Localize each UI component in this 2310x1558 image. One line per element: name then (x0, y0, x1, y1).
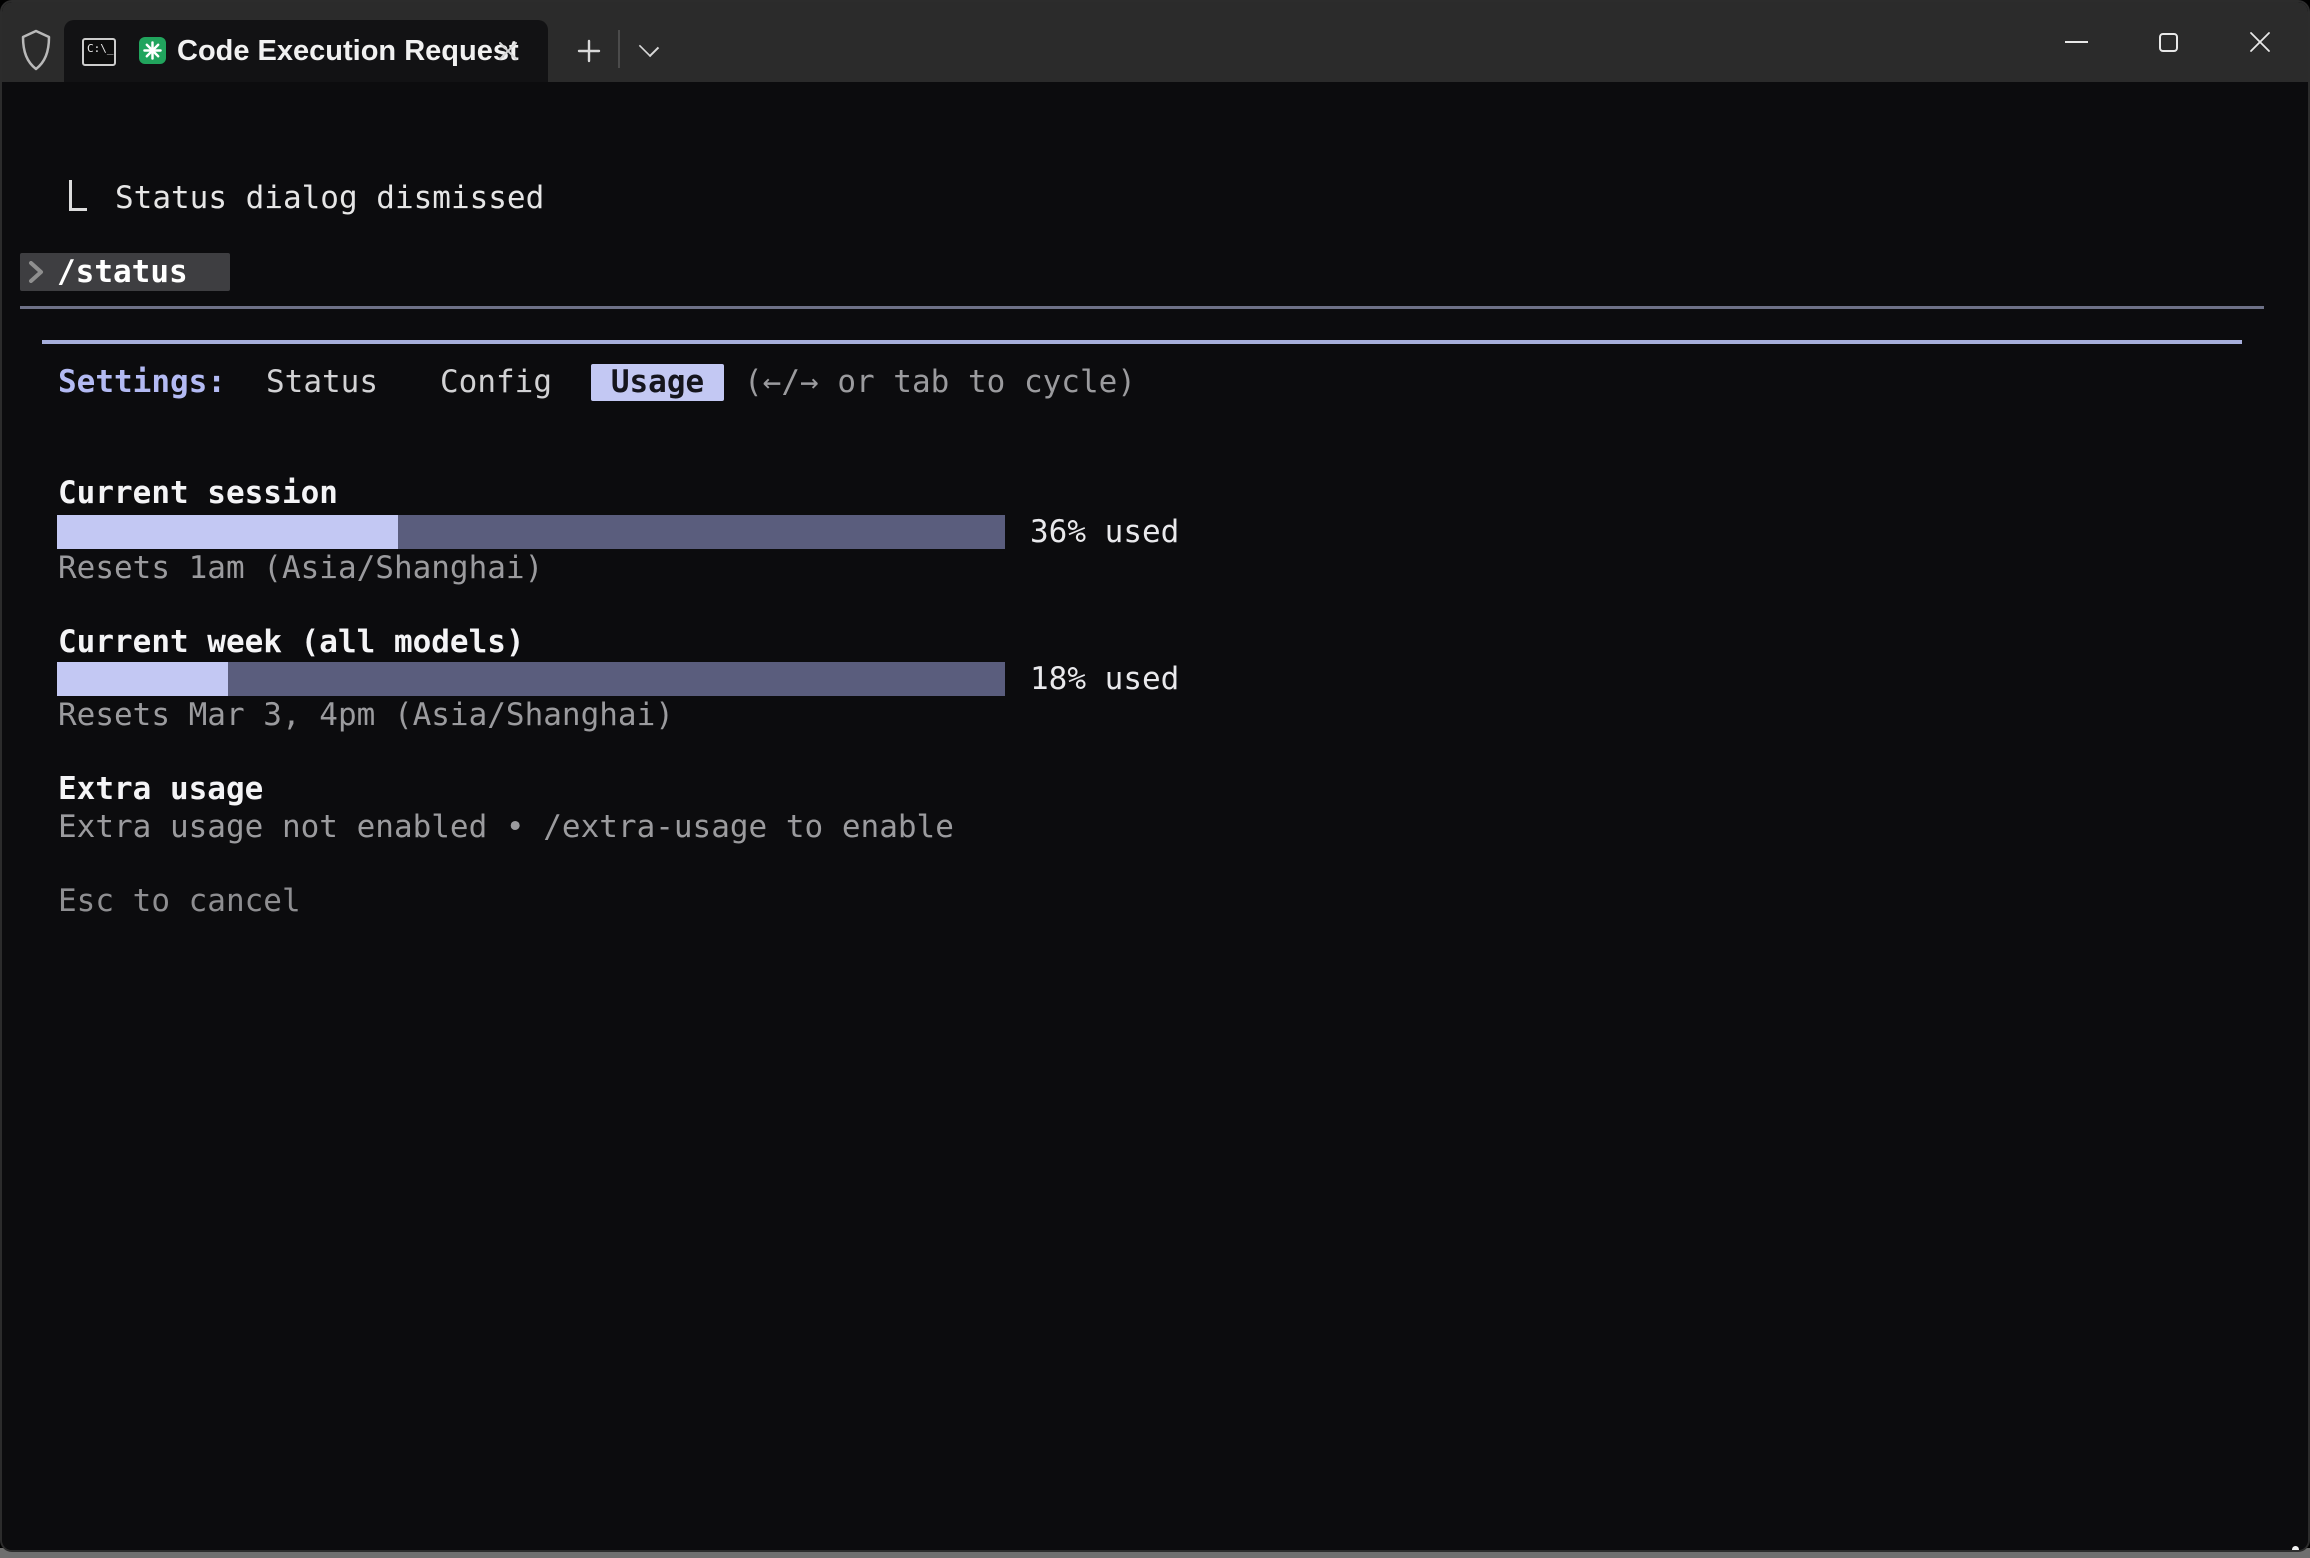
week-used-label: 18% used (1030, 661, 1179, 698)
session-usage-bar (57, 515, 1005, 549)
session-usage-bar-fill (57, 515, 398, 549)
window-controls (2008, 2, 2308, 82)
tab-cycle-hint: (←/→ or tab to cycle) (744, 364, 1136, 401)
shield-icon (20, 28, 52, 72)
week-reset-info: Resets Mar 3, 4pm (Asia/Shanghai) (58, 697, 674, 734)
settings-label: Settings: (58, 364, 226, 401)
esc-hint: Esc to cancel (58, 883, 301, 920)
section-title-current-week: Current week (all models) (58, 624, 525, 661)
divider-accent (42, 340, 2242, 344)
week-usage-bar (57, 662, 1005, 696)
tab-usage[interactable]: Usage (591, 364, 724, 401)
tab-title: Code Execution Request (177, 20, 519, 82)
elbow-icon (69, 180, 87, 211)
maximize-icon (2159, 33, 2178, 52)
command-input[interactable]: /status (20, 253, 230, 291)
minimize-icon (2065, 41, 2088, 44)
scrollbar-thumb[interactable] (2292, 1546, 2299, 1552)
command-prompt-icon-text: C:\_ (87, 42, 114, 55)
tab-code-execution-request[interactable]: C:\_ Code Execution Request (64, 20, 548, 82)
tab-separator (618, 30, 620, 68)
week-usage-bar-fill (57, 662, 228, 696)
tab-status[interactable]: Status (266, 364, 378, 401)
tab-close-icon[interactable] (488, 33, 528, 69)
maximize-button[interactable] (2122, 2, 2214, 82)
desktop-background: C:\_ Code Execution Request (0, 0, 2310, 1558)
plus-icon (577, 39, 601, 63)
settings-tab-bar: Settings: Status Config Usage (←/→ or ta… (2, 364, 2308, 401)
claude-asterisk-icon (139, 37, 166, 64)
terminal-content: Status dialog dismissed /status Settings… (2, 82, 2308, 1550)
status-message: Status dialog dismissed (115, 180, 544, 217)
command-prompt-icon: C:\_ (82, 38, 116, 66)
close-icon (2249, 31, 2271, 53)
terminal-window: C:\_ Code Execution Request (0, 0, 2310, 1552)
divider-top (20, 306, 2264, 309)
section-title-current-session: Current session (58, 475, 338, 512)
titlebar[interactable]: C:\_ Code Execution Request (2, 2, 2308, 82)
minimize-button[interactable] (2030, 2, 2122, 82)
session-reset-info: Resets 1am (Asia/Shanghai) (58, 550, 543, 587)
extra-usage-detail: Extra usage not enabled • /extra-usage t… (58, 809, 954, 846)
prompt-chevron-icon (28, 261, 44, 283)
tab-config[interactable]: Config (440, 364, 552, 401)
session-used-label: 36% used (1030, 514, 1179, 551)
new-tab-button[interactable] (570, 32, 608, 70)
section-title-extra-usage: Extra usage (58, 771, 263, 808)
chevron-down-icon (639, 37, 659, 57)
tab-dropdown-button[interactable] (630, 32, 668, 70)
prompt-command: /status (57, 253, 188, 291)
close-button[interactable] (2214, 2, 2306, 82)
